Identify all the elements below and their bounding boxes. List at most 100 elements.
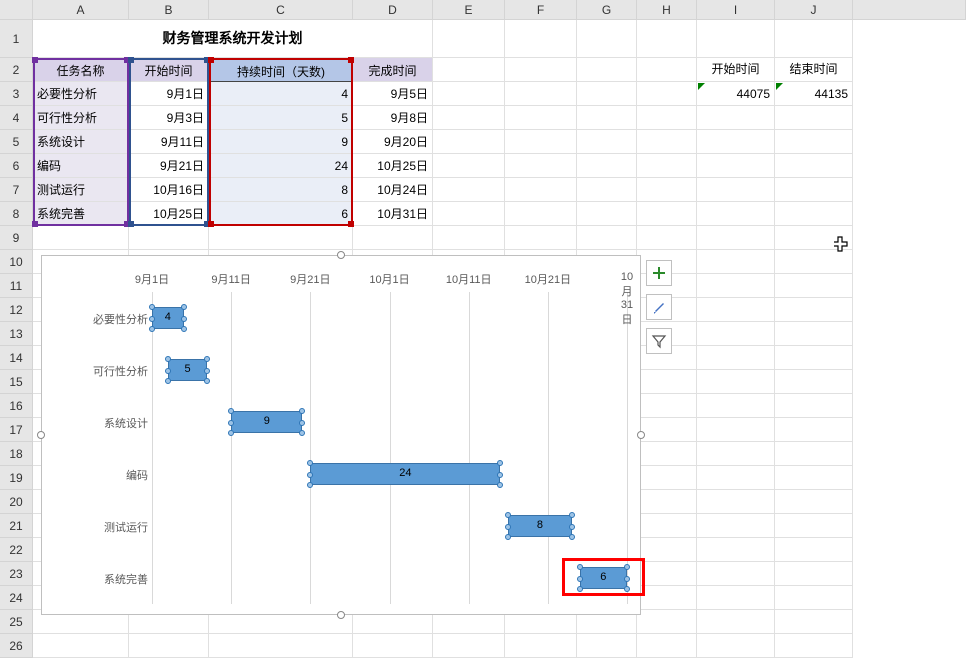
column-header-F[interactable]: F [505,0,577,19]
cell[interactable] [433,634,505,658]
cell[interactable]: 9月21日 [129,154,209,178]
column-header-G[interactable]: G [577,0,637,19]
cell[interactable] [775,274,853,298]
column-header-B[interactable]: B [129,0,209,19]
cell[interactable] [775,178,853,202]
cell[interactable]: 开始时间 [697,58,775,82]
row-header-21[interactable]: 21 [0,514,33,538]
cell[interactable]: 9月5日 [353,82,433,106]
cell[interactable] [775,514,853,538]
cell[interactable] [637,394,697,418]
cell[interactable] [433,202,505,226]
cell[interactable]: 可行性分析 [33,106,129,130]
cell[interactable] [505,634,577,658]
cell[interactable] [577,82,637,106]
cell[interactable]: 10月25日 [353,154,433,178]
cell[interactable] [577,154,637,178]
header-start[interactable]: 开始时间 [129,58,209,82]
row-header-12[interactable]: 12 [0,298,33,322]
chart-resize-handle[interactable] [337,611,345,619]
cell[interactable] [775,418,853,442]
cell[interactable] [775,490,853,514]
cell[interactable] [697,298,775,322]
row-header-7[interactable]: 7 [0,178,33,202]
cell[interactable] [505,106,577,130]
row-header-13[interactable]: 13 [0,322,33,346]
cell[interactable] [775,106,853,130]
header-finish[interactable]: 完成时间 [353,58,433,82]
cell[interactable] [505,226,577,250]
cell[interactable] [33,634,129,658]
select-all-corner[interactable] [0,0,33,19]
chart-bar[interactable]: 6 [580,567,628,589]
cell[interactable] [697,418,775,442]
row-header-18[interactable]: 18 [0,442,33,466]
cell[interactable] [697,322,775,346]
cell[interactable] [637,538,697,562]
row-header-16[interactable]: 16 [0,394,33,418]
cell[interactable] [353,226,433,250]
cell[interactable] [637,178,697,202]
cell[interactable] [129,226,209,250]
cell[interactable] [577,130,637,154]
chart-bar[interactable]: 24 [310,463,500,485]
cell[interactable] [505,20,577,58]
row-header-4[interactable]: 4 [0,106,33,130]
chart-bar[interactable]: 4 [152,307,184,329]
cell[interactable] [637,418,697,442]
cell[interactable] [697,250,775,274]
row-header-23[interactable]: 23 [0,562,33,586]
header-duration[interactable]: 持续时间（天数) [209,58,353,82]
cell[interactable] [433,178,505,202]
row-header-19[interactable]: 19 [0,466,33,490]
chart-bar[interactable]: 9 [231,411,302,433]
chart-brush-button[interactable] [646,294,672,320]
chart-resize-handle[interactable] [37,431,45,439]
row-header-2[interactable]: 2 [0,58,33,82]
cell[interactable] [637,370,697,394]
cell[interactable] [697,586,775,610]
cell[interactable] [775,202,853,226]
cell[interactable] [577,58,637,82]
column-header-A[interactable]: A [33,0,129,19]
row-header-11[interactable]: 11 [0,274,33,298]
cell[interactable]: 10月25日 [129,202,209,226]
cell[interactable] [577,178,637,202]
cell[interactable] [775,538,853,562]
cell[interactable] [209,226,353,250]
cell[interactable] [775,130,853,154]
cell[interactable] [637,106,697,130]
cell[interactable] [775,586,853,610]
row-header-1[interactable]: 1 [0,20,33,58]
header-task[interactable]: 任务名称 [33,58,129,82]
cell[interactable] [433,106,505,130]
cell[interactable] [637,130,697,154]
cell[interactable] [637,634,697,658]
cell[interactable] [697,346,775,370]
spreadsheet-grid[interactable]: 财务管理系统开发计划 任务名称 开始时间 持续时间（天数) 完成时间 开始时间结… [33,20,966,658]
cell[interactable] [209,634,353,658]
cell[interactable]: 9月20日 [353,130,433,154]
row-header-10[interactable]: 10 [0,250,33,274]
column-header-J[interactable]: J [775,0,853,19]
cell[interactable] [697,490,775,514]
cell[interactable] [775,610,853,634]
cell[interactable] [505,58,577,82]
cell[interactable] [697,226,775,250]
cell[interactable] [637,82,697,106]
cell[interactable] [697,442,775,466]
chart-bar[interactable]: 8 [508,515,571,537]
cell[interactable]: 9月1日 [129,82,209,106]
cell[interactable]: 44075 [697,82,775,106]
cell[interactable]: 8 [209,178,353,202]
cell[interactable]: 测试运行 [33,178,129,202]
column-header-E[interactable]: E [433,0,505,19]
cell[interactable]: 44135 [775,82,853,106]
cell[interactable] [697,562,775,586]
cell[interactable]: 5 [209,106,353,130]
cell[interactable] [775,322,853,346]
cell[interactable] [637,20,697,58]
cell[interactable] [433,226,505,250]
row-header-17[interactable]: 17 [0,418,33,442]
cell[interactable]: 系统设计 [33,130,129,154]
